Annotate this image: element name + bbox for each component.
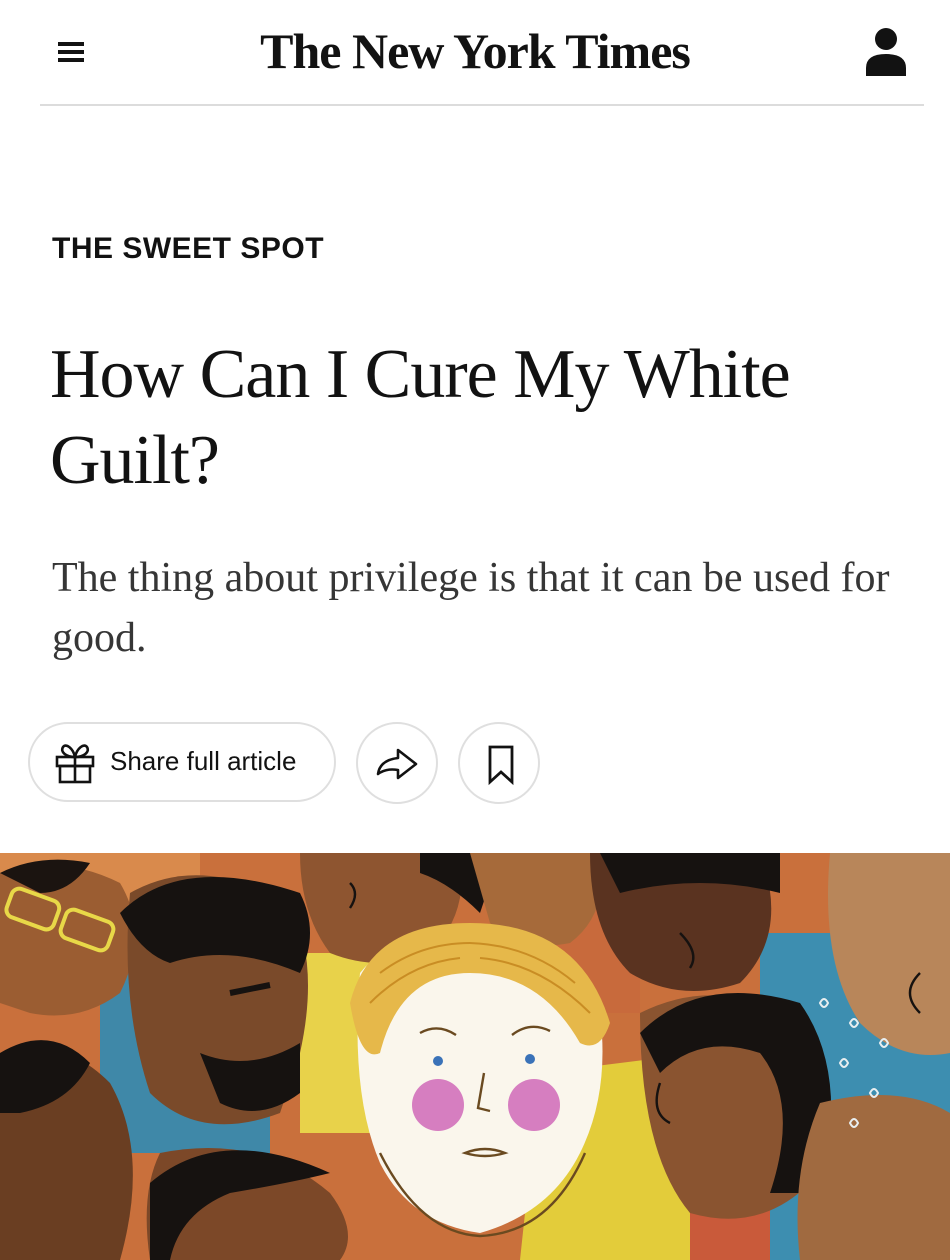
share-button[interactable] — [356, 722, 438, 804]
bookmark-icon — [488, 745, 514, 786]
site-header: The New York Times — [0, 0, 950, 108]
share-arrow-icon — [376, 748, 418, 780]
user-account-icon[interactable] — [858, 24, 914, 80]
share-full-article-label: Share full article — [110, 746, 297, 776]
section-kicker[interactable]: THE SWEET SPOT — [52, 232, 324, 266]
share-full-article-button[interactable]: Share full article — [28, 722, 336, 802]
masthead-wordmark: The New York Times — [260, 23, 691, 79]
article-illustration — [0, 853, 950, 1260]
header-divider — [40, 104, 924, 106]
gift-icon — [52, 740, 98, 786]
hamburger-menu-icon[interactable] — [48, 32, 94, 72]
article-summary: The thing about privilege is that it can… — [52, 555, 890, 661]
save-bookmark-button[interactable] — [458, 722, 540, 804]
masthead-logo[interactable]: The New York Times — [220, 14, 730, 88]
article-headline: How Can I Cure My White Guilt? — [50, 336, 791, 499]
